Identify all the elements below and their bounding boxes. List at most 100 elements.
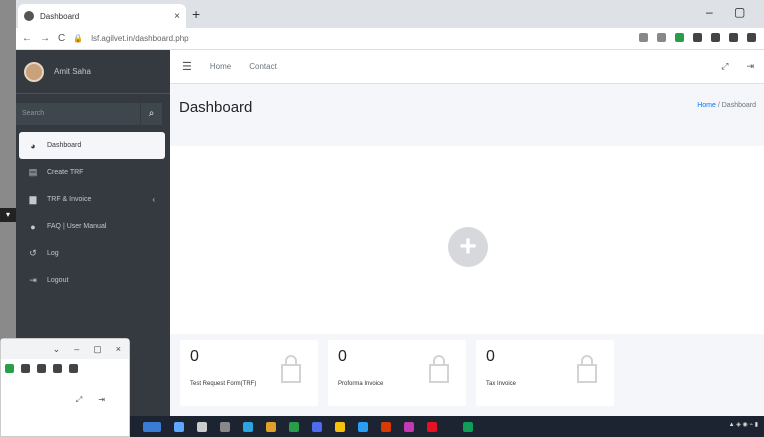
top-navbar: ☰ Home Contact ⤢ ⇥ — [170, 50, 764, 84]
sidebar-item-log[interactable]: ↺ Log — [19, 240, 165, 267]
sidebar-item-label: Log — [47, 250, 59, 257]
sidebar-menu: ◕ Dashboard ▤ Create TRF ▆ TRF & Invoice… — [19, 132, 165, 294]
shopping-bag-icon — [577, 355, 597, 383]
extension-icon[interactable] — [21, 363, 30, 373]
fullscreen-icon[interactable]: ⤢ — [721, 61, 728, 72]
add-circle-icon[interactable]: + — [448, 227, 488, 267]
collapse-arrow-icon[interactable]: ▾ — [0, 208, 16, 222]
navbar-right-icons: ⤢ ⇥ — [721, 61, 754, 72]
sidebar-item-label: TRF & Invoice — [47, 196, 92, 203]
chevron-left-icon: ‹ — [152, 195, 155, 204]
extension-icons — [639, 33, 756, 42]
window-controls: ⌄ – ▢ × — [1, 339, 129, 359]
minimize-icon[interactable]: – — [74, 344, 79, 354]
extension-icons — [1, 359, 129, 377]
sidebar-item-faq[interactable]: ● FAQ | User Manual — [19, 213, 165, 240]
url-field[interactable]: lsf.agilvet.in/dashboard.php — [91, 34, 188, 43]
breadcrumb: Home / Dashboard — [697, 102, 756, 109]
breadcrumb-home[interactable]: Home — [697, 102, 716, 109]
user-panel[interactable]: Amit Saha — [16, 50, 170, 94]
stat-box-tax-invoice[interactable]: 0 Tax Invoice — [476, 340, 614, 406]
puzzle-icon[interactable] — [711, 33, 720, 42]
sidebar-item-logout[interactable]: ⇥ Logout — [19, 267, 165, 294]
sidebar-item-label: FAQ | User Manual — [47, 223, 107, 230]
app-icon-8[interactable] — [427, 421, 437, 432]
user-name: Amit Saha — [54, 67, 91, 76]
search-input[interactable]: Search — [16, 103, 140, 125]
sidebar-item-label: Dashboard — [47, 142, 82, 149]
maximize-icon[interactable]: ▢ — [93, 344, 102, 355]
page-title: Dashboard — [179, 99, 253, 116]
app-icon-6[interactable] — [381, 421, 391, 432]
sidepanel-icon[interactable] — [53, 363, 62, 373]
app-icon-5[interactable] — [358, 421, 368, 432]
avatar — [24, 61, 44, 82]
sidebar-item-label: Create TRF — [47, 169, 84, 176]
logout-icon: ⇥ — [29, 275, 37, 285]
chevron-down-icon[interactable]: ⌄ — [53, 344, 61, 355]
widgets-icon[interactable] — [143, 421, 161, 432]
shopping-bag-icon — [281, 355, 301, 383]
search-icon[interactable] — [197, 421, 207, 432]
tab-title: Dashboard — [40, 11, 80, 21]
control-sidebar-icon[interactable]: ⇥ — [98, 395, 105, 405]
app-icon-3[interactable] — [289, 421, 299, 432]
stat-box-proforma[interactable]: 0 Proforma Invoice — [328, 340, 466, 406]
document-icon: ▆ — [29, 194, 37, 204]
close-icon[interactable]: × — [116, 344, 121, 354]
taskview-icon[interactable] — [220, 421, 230, 432]
app-icon-4[interactable] — [312, 421, 322, 432]
extension-icon[interactable] — [693, 33, 702, 42]
history-icon: ↺ — [29, 248, 37, 258]
system-tray[interactable]: ▲ ◈ ◉ ⌁ ▮ — [729, 421, 758, 428]
sidebar-item-trf-invoice[interactable]: ▆ TRF & Invoice ‹ — [19, 186, 165, 213]
stat-label: Tax Invoice — [486, 381, 517, 387]
drive-icon[interactable] — [5, 363, 14, 373]
background-browser-window[interactable]: ⌄ – ▢ × ⤢ ⇥ — [0, 338, 130, 437]
question-icon: ● — [30, 221, 36, 232]
search-icon[interactable]: ⌕ — [140, 103, 162, 125]
star-icon[interactable] — [657, 33, 666, 42]
address-bar: ←→C 🔒 lsf.agilvet.in/dashboard.php — [16, 28, 764, 50]
app-icon-9[interactable] — [463, 421, 473, 432]
sidebar-item-create-trf[interactable]: ▤ Create TRF — [19, 159, 165, 186]
stat-value: 0 — [338, 348, 347, 365]
shopping-bag-icon — [429, 355, 449, 383]
tab-close-icon[interactable]: × — [174, 11, 180, 22]
maximize-icon[interactable]: ▢ — [734, 5, 745, 19]
profile-icon[interactable] — [69, 363, 78, 373]
favicon-icon — [24, 11, 34, 21]
lock-icon: 🔒 — [73, 34, 84, 43]
browser-tab[interactable]: Dashboard × — [18, 4, 186, 28]
taskbar: ▲ ◈ ◉ ⌁ ▮ — [130, 416, 764, 437]
stat-label: Proforma Invoice — [338, 381, 384, 387]
sidepanel-icon[interactable] — [729, 33, 738, 42]
puzzle-icon[interactable] — [37, 363, 46, 373]
main-card: + — [170, 146, 764, 334]
browser-tab-bar: Dashboard × + – ▢ — [16, 0, 764, 28]
new-tab-icon[interactable]: + — [192, 6, 200, 22]
nav-link-contact[interactable]: Contact — [249, 62, 277, 71]
app-icon-2[interactable] — [266, 421, 276, 432]
stat-box-trf[interactable]: 0 Test Request Form(TRF) — [180, 340, 318, 406]
drive-icon[interactable] — [675, 33, 684, 42]
mini-navbar-icons: ⤢ ⇥ — [76, 395, 105, 405]
breadcrumb-current: Dashboard — [721, 102, 756, 109]
content-wrapper: Dashboard Home / Dashboard + 0 Test Requ… — [170, 84, 764, 437]
share-icon[interactable] — [639, 33, 648, 42]
sidebar-search: Search ⌕ — [16, 103, 162, 125]
start-icon[interactable] — [174, 421, 184, 432]
control-sidebar-icon[interactable]: ⇥ — [746, 61, 754, 72]
sidebar-item-dashboard[interactable]: ◕ Dashboard — [19, 132, 165, 159]
fullscreen-icon[interactable]: ⤢ — [76, 395, 82, 405]
nav-buttons[interactable]: ←→C — [22, 33, 73, 44]
hamburger-icon[interactable]: ☰ — [182, 60, 192, 73]
tachometer-icon: ◕ — [30, 140, 36, 151]
screen: ▾ Dashboard × + – ▢ ←→C 🔒 lsf.agilvet.in… — [0, 0, 764, 437]
minimize-icon[interactable]: – — [706, 5, 713, 19]
chrome-icon[interactable] — [335, 421, 345, 432]
app-icon-1[interactable] — [243, 421, 253, 432]
nav-link-home[interactable]: Home — [210, 62, 231, 71]
app-icon-7[interactable] — [404, 421, 414, 432]
profile-icon[interactable] — [747, 33, 756, 42]
